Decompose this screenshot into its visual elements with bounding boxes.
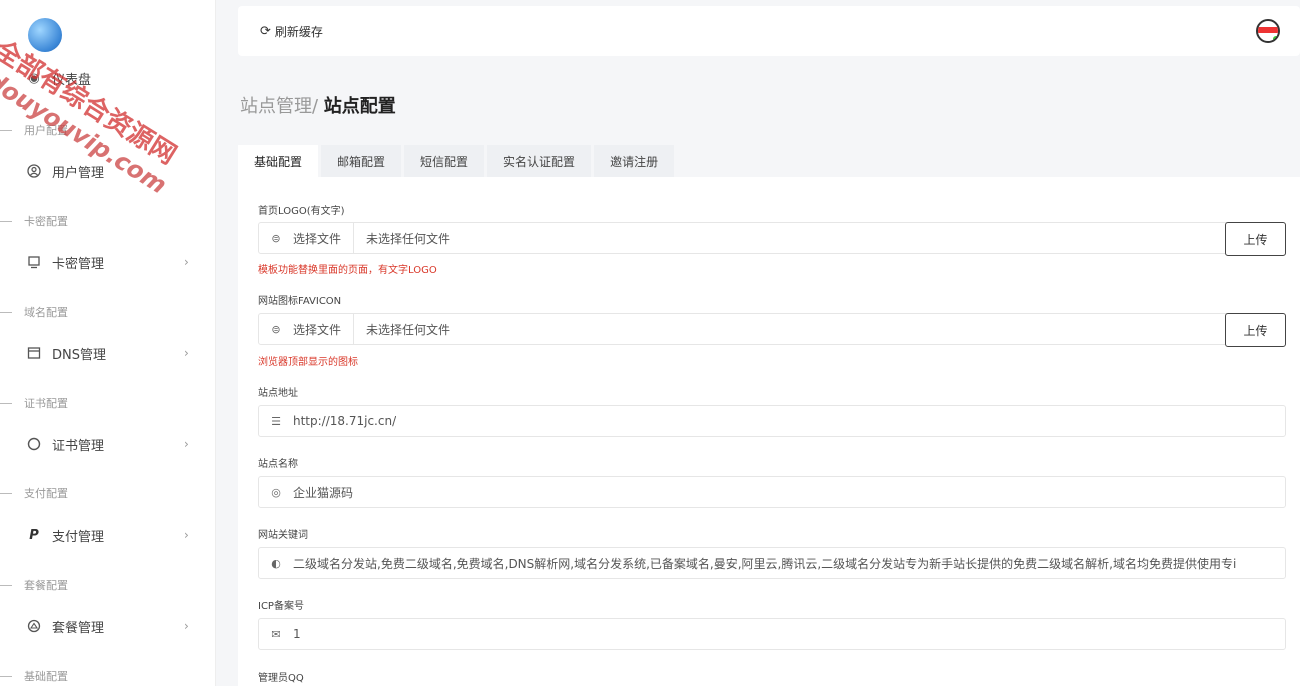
sidebar-item-cards[interactable]: 卡密管理 › [0,242,216,282]
logo-hint: 模板功能替换里面的页面，有文字LOGO [258,265,437,276]
nav-group-pay-config: 支付配置 [0,483,68,503]
sidebar-item-label: 支付管理 [52,529,105,545]
sidebar-item-users[interactable]: 用户管理 [0,151,216,191]
refresh-icon: ⟳ [260,23,271,39]
mail-icon: ✉ [271,627,281,641]
chevron-right-icon: › [184,346,189,360]
sidebar-item-certs[interactable]: 证书管理 › [0,424,216,464]
chevron-right-icon: › [184,255,189,269]
keywords-input[interactable]: ◐ 二级域名分发站,免费二级域名,免费域名,DNS解析网,域名分发系统,已备案域… [258,547,1286,579]
chevron-right-icon: › [184,437,189,451]
logo-label: 首页LOGO(有文字) [258,206,345,217]
favicon-label: 网站图标FAVICON [258,296,342,307]
refresh-cache-label: 刷新缓存 [274,24,323,39]
breadcrumb-parent[interactable]: 站点管理/ [240,96,324,117]
icp-label: ICP备案号 [258,601,304,612]
config-tabs: 基础配置 邮箱配置 短信配置 实名认证配置 邀请注册 [238,145,677,177]
sidebar-item-label: 套餐管理 [52,620,105,636]
choose-file-label: 选择文件 [293,322,342,337]
nav-group-label: 基础配置 [24,670,68,683]
nav-group-label: 卡密配置 [24,215,68,228]
nav-group-card-config: 卡密配置 [0,211,68,231]
eye-icon: ◉ [28,70,40,86]
user-circle-icon [26,163,42,179]
nav-group-domain-config: 域名配置 [0,302,68,322]
favicon-upload-button[interactable]: 上传 [1225,313,1286,347]
sidebar-item-dashboard[interactable]: ◉ 仪表盘 [0,58,216,98]
circle-icon [26,436,42,452]
nav-group-label: 证书配置 [24,397,68,410]
logo-choose-file-button[interactable]: ⊜ 选择文件 [259,223,355,253]
paypal-icon: P [29,527,39,543]
keywords-label: 网站关键词 [258,530,308,541]
sidebar-item-label: 仪表盘 [52,72,92,88]
basic-config-form: 首页LOGO(有文字) ⊜ 选择文件 未选择任何文件 上传 模板功能替换里面的页… [238,177,1300,686]
nav-group-cert-config: 证书配置 [0,393,68,413]
chevron-right-icon: › [184,528,189,542]
nav-group-label: 套餐配置 [24,579,68,592]
tab-realname-config[interactable]: 实名认证配置 [487,145,592,177]
at-icon: ◎ [271,485,281,499]
sidebar-item-label: DNS管理 [52,347,106,363]
sidebar-item-label: 证书管理 [52,438,105,454]
favicon-choose-file-button[interactable]: ⊜ 选择文件 [259,314,355,344]
nav-group-label: 域名配置 [24,306,68,319]
logo-upload-button[interactable]: 上传 [1225,222,1286,256]
nav-group-package-config: 套餐配置 [0,575,68,595]
top-header: ⟳ 刷新缓存 [238,6,1300,56]
online-status-dot [1272,35,1278,41]
favicon-file-name: 未选择任何文件 [366,322,451,337]
avatar[interactable] [1256,19,1280,43]
sidebar: ◉ 仪表盘 用户配置 用户管理 卡密配置 卡密管理 › 域名配置 DNS管理 ›… [0,0,216,686]
site-logo [28,18,62,52]
site-url-input[interactable]: ☰ http://18.71jc.cn/ [258,405,1286,437]
nav-group-label: 支付配置 [24,487,68,500]
site-name-value: 企业猫源码 [293,485,354,500]
breadcrumb: 站点管理/ 站点配置 [240,92,396,118]
sidebar-item-packages[interactable]: 套餐管理 › [0,606,216,646]
server-icon: ☰ [271,414,281,428]
monitor-icon [26,254,42,270]
nav-group-basic-config: 基础配置 [0,666,68,686]
refresh-cache-button[interactable]: ⟳ 刷新缓存 [260,23,323,40]
tab-email-config[interactable]: 邮箱配置 [321,145,402,177]
site-name-label: 站点名称 [258,459,298,470]
icp-input[interactable]: ✉ 1 [258,618,1286,650]
page-title: 站点配置 [323,96,396,117]
sidebar-item-dns[interactable]: DNS管理 › [0,333,216,373]
site-url-label: 站点地址 [258,388,298,399]
window-icon [26,345,42,361]
nav-group-user-config: 用户配置 [0,120,68,140]
sidebar-item-label: 卡密管理 [52,256,105,272]
nav-group-label: 用户配置 [24,124,68,137]
admin-qq-label: 管理员QQ [258,673,304,684]
favicon-hint: 浏览器顶部显示的图标 [258,357,358,368]
sidebar-item-label: 用户管理 [52,165,105,181]
file-icon: ⊜ [271,231,281,245]
favicon-file-input[interactable]: ⊜ 选择文件 未选择任何文件 [258,313,1286,345]
package-icon [26,618,42,634]
keywords-value: 二级域名分发站,免费二级域名,免费域名,DNS解析网,域名分发系统,已备案域名,… [293,556,1237,571]
sidebar-item-payments[interactable]: P 支付管理 › [0,515,216,555]
globe-icon: ◐ [271,556,281,570]
site-name-input[interactable]: ◎ 企业猫源码 [258,476,1286,508]
icp-value: 1 [293,627,301,641]
file-icon: ⊜ [271,322,281,336]
tab-basic-config[interactable]: 基础配置 [238,145,319,177]
tab-sms-config[interactable]: 短信配置 [404,145,485,177]
site-url-value: http://18.71jc.cn/ [293,414,397,428]
choose-file-label: 选择文件 [293,231,342,246]
logo-file-input[interactable]: ⊜ 选择文件 未选择任何文件 [258,222,1286,254]
chevron-right-icon: › [184,619,189,633]
tab-invite-register[interactable]: 邀请注册 [594,145,675,177]
logo-file-name: 未选择任何文件 [366,231,451,246]
